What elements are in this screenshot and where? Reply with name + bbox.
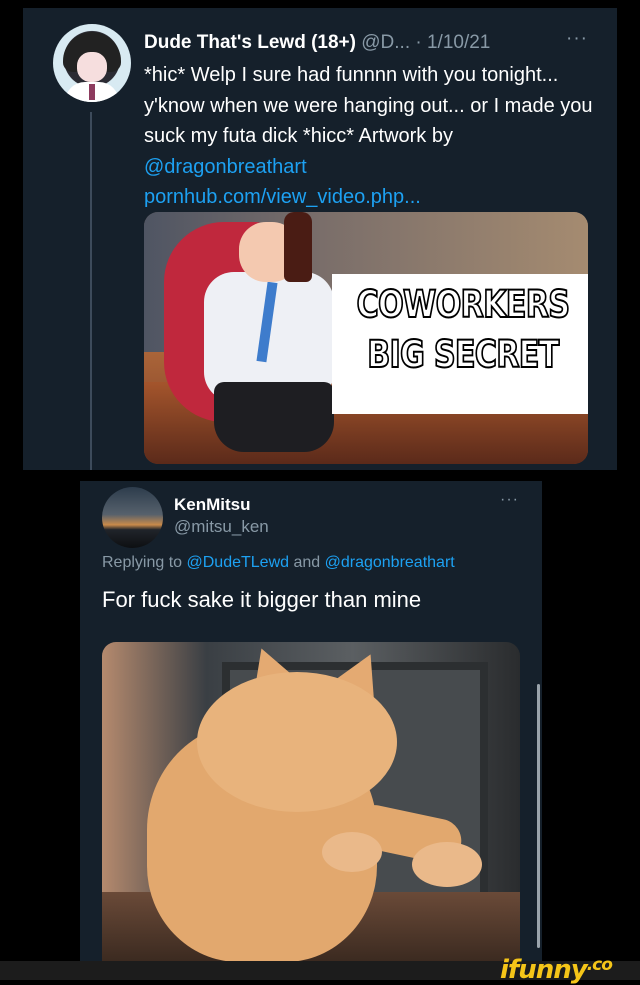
avatar-dude-thats-lewd[interactable]: [53, 24, 131, 102]
thread-line: [90, 112, 92, 470]
reply-mention-2[interactable]: @dragonbreathart: [325, 554, 455, 571]
avatar-face: [77, 52, 107, 82]
wine-bottle: [284, 212, 312, 282]
avatar-tie: [89, 84, 95, 100]
more-options-icon[interactable]: ···: [566, 28, 588, 50]
tweet-card-reply[interactable]: KenMitsu @mitsu_ken ··· Replying to @Dud…: [80, 481, 542, 961]
caption-line-1: COWORKERS: [356, 282, 571, 327]
cat-paw-right: [412, 842, 482, 887]
tweet-text: *hic* Welp I sure had funnnn with you to…: [144, 60, 604, 213]
tweet-media-image[interactable]: COWORKERS BIG SECRET: [144, 212, 588, 464]
tweet-text: For fuck sake it bigger than mine: [102, 587, 422, 612]
cat-paw-left: [322, 832, 382, 872]
cat-head: [197, 672, 397, 812]
replying-to: Replying to @DudeTLewd and @dragonbreath…: [102, 554, 455, 572]
tweet-body-text: *hic* Welp I sure had funnnn with you to…: [144, 64, 593, 147]
tweet-header: Dude That's Lewd (18+) @D... · 1/10/21: [144, 32, 490, 54]
reply-mention-1[interactable]: @DudeTLewd: [187, 554, 290, 571]
display-name[interactable]: KenMitsu: [174, 495, 251, 515]
watermark-suffix: .co: [586, 955, 613, 975]
replying-and: and: [289, 554, 325, 571]
tweet-card-original[interactable]: Dude That's Lewd (18+) @D... · 1/10/21 ·…: [23, 8, 617, 470]
scroll-indicator[interactable]: [537, 684, 540, 948]
display-name[interactable]: Dude That's Lewd (18+): [144, 32, 356, 53]
more-options-icon[interactable]: ···: [500, 491, 519, 509]
avatar-kenmitsu[interactable]: [102, 487, 163, 548]
handle-and-date[interactable]: @D... · 1/10/21: [361, 32, 490, 53]
user-handle[interactable]: @mitsu_ken: [174, 517, 269, 537]
url-link[interactable]: pornhub.com/view_video.php...: [144, 186, 421, 208]
watermark-text: ifunny: [500, 955, 588, 985]
media-caption: COWORKERS BIG SECRET: [344, 280, 582, 380]
tweet-media-image[interactable]: [102, 642, 520, 961]
replying-prefix: Replying to: [102, 554, 187, 571]
character-skirt: [214, 382, 334, 452]
caption-line-2: BIG SECRET: [366, 332, 560, 377]
mention-link[interactable]: @dragonbreathart: [144, 156, 307, 178]
ifunny-watermark-logo: ifunny.co: [500, 955, 613, 985]
